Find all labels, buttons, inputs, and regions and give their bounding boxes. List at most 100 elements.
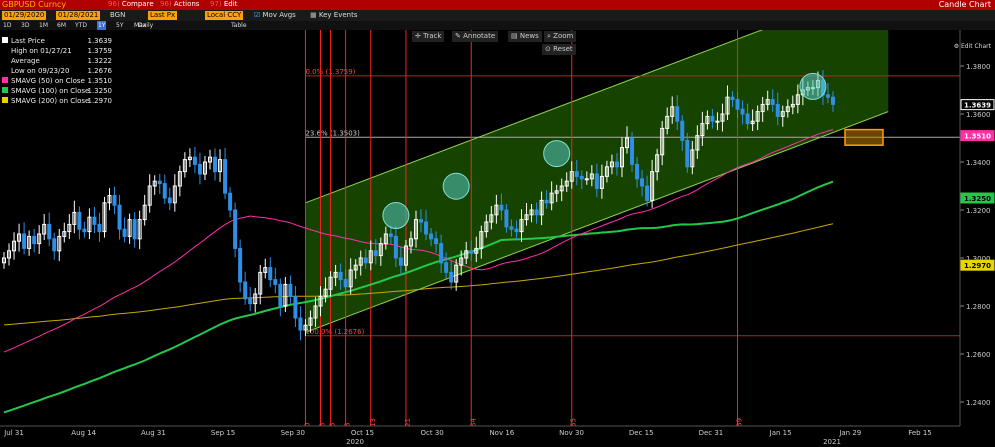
candle-body	[735, 99, 740, 110]
source-field[interactable]: BGN	[110, 11, 125, 20]
candle-body	[373, 250, 378, 257]
x-tick-label: Sep 30	[281, 429, 305, 437]
table-button[interactable]: Table	[230, 21, 248, 30]
legend-swatch	[2, 47, 8, 53]
candle-body	[117, 204, 122, 230]
toolbar: 01/29/2020 01/28/2021 BGN Last Px Local …	[0, 10, 995, 21]
x-tick-label: Nov 16	[489, 429, 514, 437]
zoom-button[interactable]: ⌕ Zoom	[544, 31, 577, 42]
legend-swatch	[2, 67, 8, 73]
candle-body	[47, 223, 52, 240]
title-bar: GBPUSD Curncy Candle Chart	[0, 0, 995, 10]
x-tick-label: Nov 30	[559, 429, 584, 437]
candle-body	[715, 120, 720, 123]
legend-swatch	[2, 97, 8, 103]
y-tick-label: 1.2600	[966, 351, 991, 359]
x-tick-label: Jan 29	[838, 429, 861, 437]
annotate-button[interactable]: ✎ Annotate	[452, 31, 499, 42]
candle-body	[504, 209, 509, 228]
track-button[interactable]: ✛ Track	[412, 31, 445, 42]
candle-body	[273, 279, 278, 285]
candle-body	[630, 137, 635, 165]
x-tick-label: Aug 14	[71, 429, 96, 437]
fib-label: 100.0% (1.2676)	[305, 328, 364, 336]
candle-body	[228, 192, 233, 211]
candle-body	[22, 233, 27, 249]
candle-body	[730, 96, 735, 101]
candle-body	[338, 271, 343, 281]
x-tick-label: Oct 30	[421, 429, 444, 437]
highlight-circle	[799, 72, 827, 100]
mov-avgs-toggle[interactable]: ☑ Mov Avgs	[254, 11, 296, 20]
candle-body	[213, 156, 218, 173]
timeframe-1d[interactable]: 1D	[2, 21, 12, 30]
key-events-label: Key Events	[318, 11, 358, 19]
timeframe-1m[interactable]: 1M	[38, 21, 49, 30]
candle-body	[238, 247, 243, 283]
candle-body	[424, 221, 429, 235]
candle-body	[82, 228, 87, 233]
candle-body	[579, 175, 584, 180]
checkbox-icon: ☑	[254, 11, 261, 19]
candle-body	[635, 163, 640, 180]
timeframe-6m[interactable]: 6M	[56, 21, 67, 30]
candle-body	[825, 94, 830, 98]
price-tag-label: 1.3510	[964, 133, 991, 141]
news-button[interactable]: ▤ News	[508, 31, 542, 42]
timeframe-1y[interactable]: 1Y	[97, 21, 107, 30]
timeframe-3d[interactable]: 3D	[20, 21, 30, 30]
timeframe-5y[interactable]: 5Y	[115, 21, 124, 30]
candle-body	[233, 209, 238, 249]
legend-sma200: SMAVG (200) on Close 1.2970	[2, 96, 112, 106]
candle-body	[223, 159, 228, 194]
reset-button[interactable]: ⊙ Reset	[542, 44, 576, 55]
candle-body	[197, 163, 202, 175]
candle-body	[775, 103, 780, 117]
legend-swatch	[2, 77, 8, 83]
reset-icon: ⊙	[545, 45, 551, 53]
zoom-icon: ⌕	[547, 32, 551, 40]
mov-avgs-label: Mov Avgs	[262, 11, 296, 19]
candle-body	[112, 195, 117, 206]
y-tick-label: 1.2800	[966, 303, 991, 311]
currency-selector[interactable]: Local CCY	[205, 11, 244, 20]
legend-sma50: SMAVG (50) on Close 1.3510	[2, 76, 112, 86]
legend-sma100: SMAVG (100) on Close 1.3250	[2, 86, 112, 96]
candle-body	[393, 235, 398, 259]
field-selector[interactable]: Last Px	[148, 11, 178, 20]
pen-icon: ✎	[455, 32, 461, 40]
x-tick-label: Sep 15	[211, 429, 235, 437]
legend-swatch	[2, 87, 8, 93]
x-year-label: 2020	[346, 438, 364, 446]
period-selector[interactable]: Daily	[137, 21, 154, 30]
chart-type-title: Candle Chart	[938, 0, 991, 9]
candle-body	[77, 211, 82, 230]
candle-body	[167, 197, 172, 204]
candle-body	[363, 257, 368, 264]
fib-label: 23.6% (1.3503)	[305, 129, 360, 137]
y-tick-label: 1.3200	[966, 207, 991, 215]
candle-chart[interactable]: 0.0% (1.3759)23.6% (1.3503)100.0% (1.267…	[0, 30, 995, 447]
candle-body	[298, 317, 303, 331]
candle-body	[469, 250, 474, 254]
candle-body	[434, 238, 439, 245]
candle-body	[444, 262, 449, 273]
ticker-title: GBPUSD Curncy	[2, 0, 67, 9]
candle-body	[509, 226, 514, 230]
x-tick-label: Dec 31	[699, 429, 724, 437]
candle-body	[162, 183, 167, 199]
key-events-toggle[interactable]: ■ Key Events	[310, 11, 357, 20]
candle-body	[293, 295, 298, 319]
candle-body	[574, 171, 579, 177]
to-date-field[interactable]: 01/28/2021	[56, 11, 101, 20]
legend-low: Low on 09/23/20 1.2676	[2, 66, 112, 76]
candle-body	[499, 204, 504, 211]
candle-body	[278, 283, 283, 307]
timeframe-ytd[interactable]: YTD	[74, 21, 88, 30]
candle-body	[157, 180, 162, 185]
from-date-field[interactable]: 01/29/2020	[2, 11, 47, 20]
legend-high: High on 01/27/21 1.3759	[2, 46, 112, 56]
price-tag-label: 1.3639	[964, 102, 991, 110]
target-box	[844, 128, 884, 146]
legend-swatch	[2, 37, 8, 43]
